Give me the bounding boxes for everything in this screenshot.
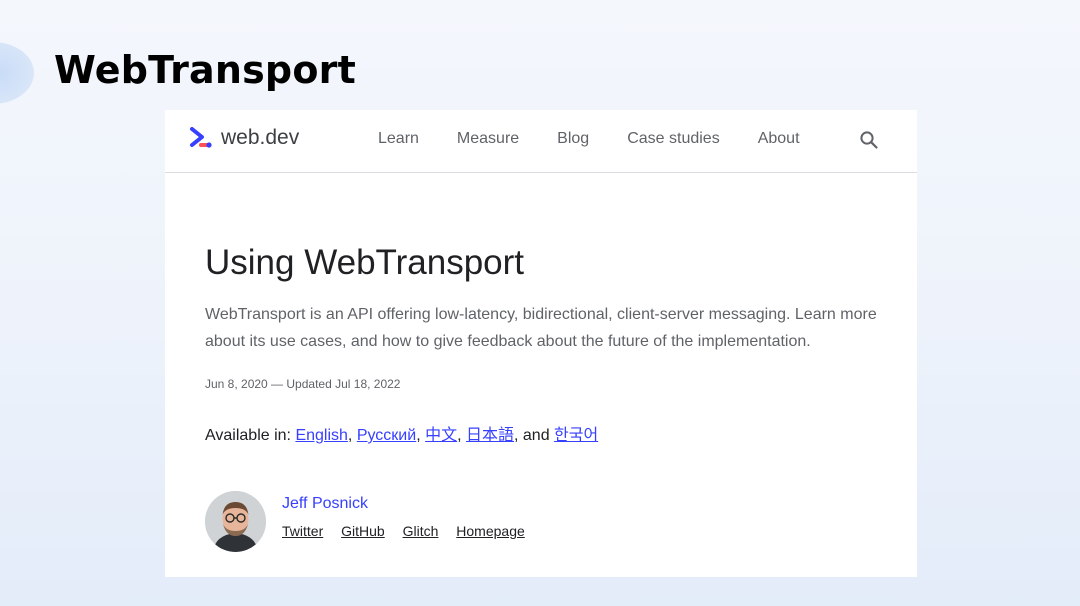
lang-separator: , [457, 427, 466, 444]
lang-separator: , and [514, 427, 555, 444]
author-link-twitter[interactable]: Twitter [282, 523, 323, 539]
author-link-homepage[interactable]: Homepage [456, 523, 525, 539]
author-link-github[interactable]: GitHub [341, 523, 385, 539]
nav-case-studies[interactable]: Case studies [627, 130, 720, 148]
lang-link-japanese[interactable]: 日本語 [466, 427, 514, 444]
site-brand-name: web.dev [221, 126, 300, 149]
article-title: Using WebTransport [205, 243, 525, 282]
article-content: Using WebTransport WebTransport is an AP… [165, 243, 917, 552]
author-block: Jeff Posnick Twitter GitHub Glitch Homep… [205, 491, 877, 552]
author-name-link[interactable]: Jeff Posnick [282, 495, 539, 513]
author-photo-icon [205, 491, 266, 552]
author-avatar[interactable] [205, 491, 266, 552]
lang-separator: , [347, 427, 357, 444]
article-dates: Jun 8, 2020 — Updated Jul 18, 2022 [205, 377, 401, 391]
site-logo[interactable]: web.dev [189, 126, 299, 150]
lang-link-korean[interactable]: 한국어 [554, 427, 598, 444]
decorative-blob [0, 42, 34, 104]
lang-separator: , [416, 427, 426, 444]
lang-link-english[interactable]: English [295, 427, 347, 444]
author-links: Twitter GitHub Glitch Homepage [282, 523, 539, 539]
site-nav: Learn Measure Blog Case studies About [378, 130, 838, 148]
author-link-glitch[interactable]: Glitch [403, 523, 439, 539]
slide-title: WebTransport [54, 48, 356, 92]
lang-link-chinese[interactable]: 中文 [425, 427, 457, 444]
site-header: web.dev Learn Measure Blog Case studies … [165, 110, 917, 173]
search-button[interactable] [859, 130, 879, 155]
lang-link-russian[interactable]: Русский [357, 427, 416, 444]
author-info: Jeff Posnick Twitter GitHub Glitch Homep… [282, 495, 539, 539]
search-icon [860, 131, 878, 149]
nav-blog[interactable]: Blog [557, 130, 589, 148]
web-dev-logo-icon [190, 127, 212, 148]
nav-learn[interactable]: Learn [378, 130, 419, 148]
nav-about[interactable]: About [758, 130, 800, 148]
nav-measure[interactable]: Measure [457, 130, 519, 148]
available-prefix: Available in: [205, 427, 296, 444]
screenshot-frame: web.dev Learn Measure Blog Case studies … [165, 110, 917, 577]
article-summary: WebTransport is an API offering low-late… [205, 306, 877, 350]
available-languages: Available in: English, Русский, 中文, 日本語,… [205, 421, 877, 445]
